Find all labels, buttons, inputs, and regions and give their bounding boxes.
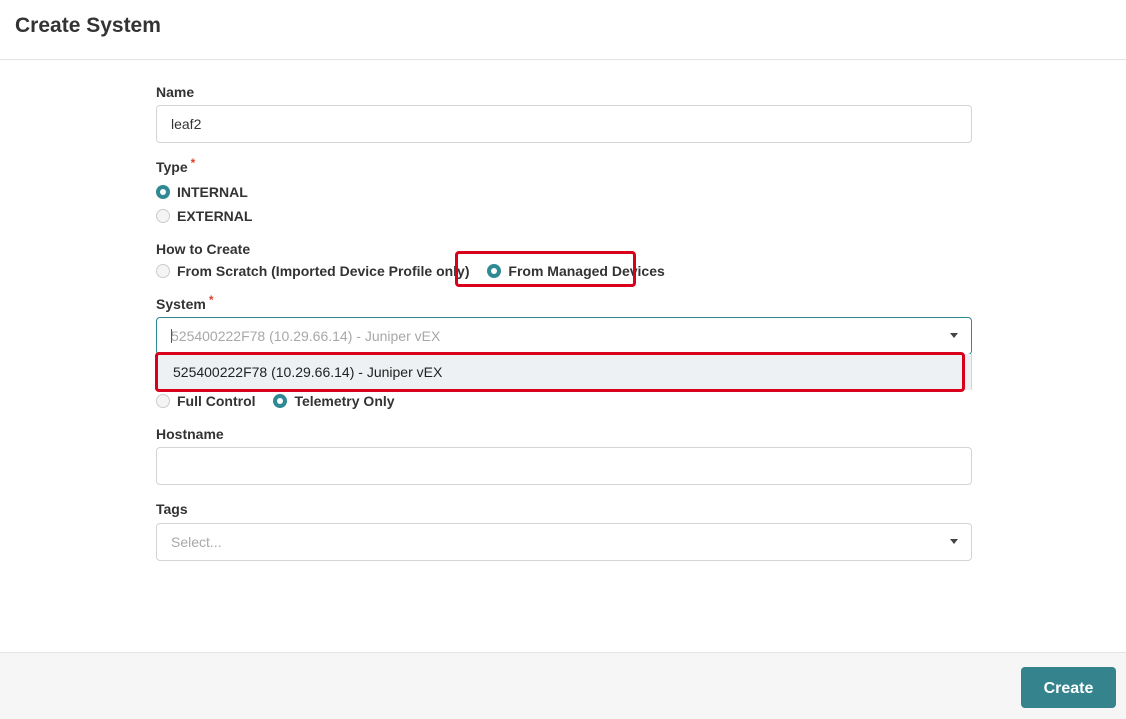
control-option-telemetry[interactable]: Telemetry Only [273, 393, 395, 409]
page-title: Create System [15, 14, 161, 37]
how-to-create-option-scratch-label: From Scratch (Imported Device Profile on… [177, 263, 470, 279]
name-label: Name [156, 84, 195, 100]
name-value: leaf2 [171, 116, 202, 132]
radio-unchecked-icon[interactable] [156, 394, 170, 408]
radio-unchecked-icon[interactable] [156, 209, 170, 223]
tags-select[interactable]: Select... [156, 523, 972, 561]
required-mark: * [190, 156, 196, 170]
control-option-full[interactable]: Full Control [156, 393, 256, 409]
system-select-placeholder: 525400222F78 (10.29.66.14) - Juniper vEX [171, 328, 441, 344]
hostname-label: Hostname [156, 426, 224, 442]
control-options: Full Control Telemetry Only [156, 393, 395, 411]
hostname-input[interactable] [156, 447, 972, 485]
type-label-text: Type [156, 159, 188, 175]
tags-select-placeholder: Select... [171, 534, 222, 550]
annotation-highlight-managed [455, 251, 636, 287]
system-label-text: System [156, 296, 206, 312]
type-option-internal-row: INTERNAL [156, 184, 248, 202]
type-option-internal[interactable]: INTERNAL [156, 184, 248, 200]
how-to-create-option-scratch[interactable]: From Scratch (Imported Device Profile on… [156, 263, 470, 279]
how-to-create-label: How to Create [156, 241, 251, 257]
radio-checked-icon[interactable] [156, 185, 170, 199]
system-select[interactable]: 525400222F78 (10.29.66.14) - Juniper vEX [156, 317, 972, 355]
modal-footer [0, 652, 1126, 719]
chevron-down-icon[interactable] [950, 539, 958, 544]
control-option-telemetry-label: Telemetry Only [294, 393, 395, 409]
name-input[interactable]: leaf2 [156, 105, 972, 143]
create-button[interactable]: Create [1021, 667, 1116, 708]
control-option-full-label: Full Control [177, 393, 256, 409]
type-label: Type * [156, 156, 196, 175]
annotation-highlight-option [155, 352, 965, 392]
chevron-down-icon[interactable] [950, 333, 958, 338]
type-option-external-row: EXTERNAL [156, 208, 252, 226]
type-option-external-label: EXTERNAL [177, 208, 253, 224]
radio-unchecked-icon[interactable] [156, 264, 170, 278]
radio-checked-icon[interactable] [273, 394, 288, 408]
required-mark: * [208, 293, 214, 307]
type-option-external[interactable]: EXTERNAL [156, 208, 252, 224]
type-option-internal-label: INTERNAL [177, 184, 248, 200]
tags-label: Tags [156, 501, 188, 517]
system-label: System * [156, 293, 214, 312]
text-cursor [171, 329, 172, 343]
modal-header: Create System [0, 0, 1126, 60]
